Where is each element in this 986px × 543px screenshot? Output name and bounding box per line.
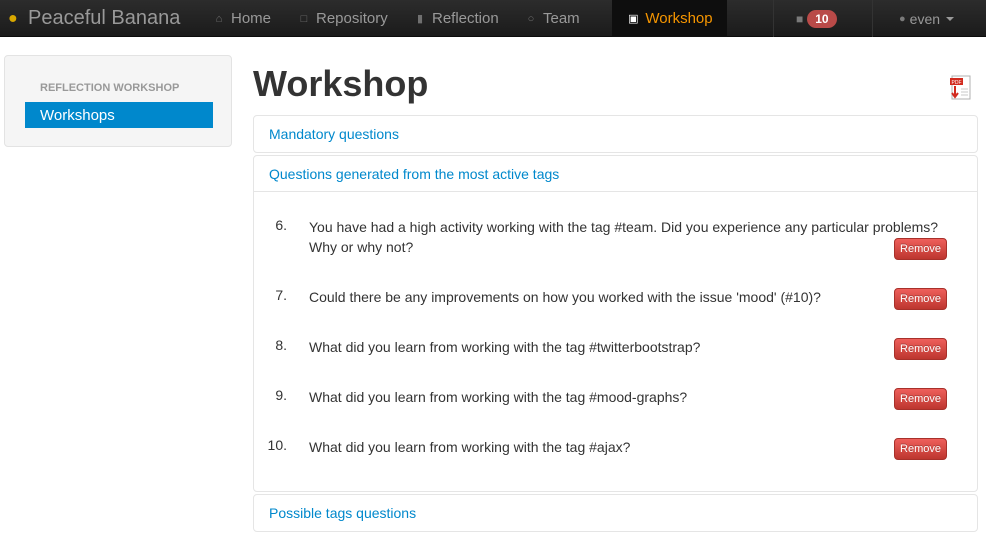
nav-item-label: Home — [231, 10, 272, 27]
svg-text:PDF: PDF — [952, 80, 962, 86]
remove-button[interactable]: Remove — [894, 288, 947, 310]
nav-item-workshop[interactable]: ▣ Workshop — [612, 0, 727, 37]
question-number: 9. — [275, 387, 287, 403]
nav-divider — [872, 0, 873, 37]
sidebar: REFLECTION WORKSHOP Workshops — [4, 55, 232, 147]
question-number: 10. — [267, 437, 287, 453]
panel-heading-mandatory[interactable]: Mandatory questions — [254, 116, 977, 152]
globe-icon: ○ — [527, 12, 535, 25]
chevron-down-icon — [946, 16, 955, 21]
question-text: Could there be any improvements on how y… — [309, 289, 821, 305]
sidebar-item-workshops[interactable]: Workshops — [25, 102, 213, 128]
sidebar-header: REFLECTION WORKSHOP — [40, 82, 180, 94]
pdf-export-icon[interactable]: PDF — [948, 74, 974, 102]
question-text: What did you learn from working with the… — [309, 389, 688, 405]
notifications-button[interactable]: ■ 10 — [796, 0, 837, 37]
user-menu-dropdown[interactable]: ● even — [899, 0, 955, 37]
nav-item-team[interactable]: ○ Team — [524, 0, 580, 37]
question-number: 8. — [275, 337, 287, 353]
remove-button[interactable]: Remove — [894, 238, 947, 260]
top-navbar: ● Peaceful Banana ⌂ Home □ Repository ▮ … — [0, 0, 986, 37]
user-icon: ● — [899, 12, 906, 25]
nav-item-label: Reflection — [432, 10, 499, 27]
banana-icon: ● — [5, 8, 21, 28]
panel-generated-questions: Questions generated from the most active… — [253, 155, 978, 492]
user-name: even — [909, 10, 941, 27]
brand-link[interactable]: ● Peaceful Banana — [4, 0, 180, 37]
bell-icon: ■ — [796, 11, 804, 26]
remove-button[interactable]: Remove — [894, 438, 947, 460]
question-number: 6. — [275, 217, 287, 233]
panel-possible-tags-questions: Possible tags questions — [253, 494, 978, 532]
remove-button[interactable]: Remove — [894, 388, 947, 410]
nav-item-label: Workshop — [645, 10, 713, 27]
briefcase-icon: ▣ — [628, 13, 639, 25]
nav-divider — [773, 0, 774, 37]
folder-icon: □ — [300, 12, 308, 25]
nav-item-home[interactable]: ⌂ Home — [212, 0, 271, 37]
panel-mandatory-questions: Mandatory questions — [253, 115, 978, 153]
page-title: Workshop — [253, 63, 429, 104]
nav-item-repository[interactable]: □ Repository — [297, 0, 388, 37]
panel-heading-possible-tags[interactable]: Possible tags questions — [254, 495, 977, 531]
panel-heading-generated[interactable]: Questions generated from the most active… — [254, 156, 977, 192]
home-icon: ⌂ — [215, 12, 223, 25]
question-text: What did you learn from working with the… — [309, 439, 631, 455]
nav-item-label: Team — [543, 10, 580, 27]
nav-item-label: Repository — [316, 10, 388, 27]
nav-item-reflection[interactable]: ▮ Reflection — [413, 0, 499, 37]
question-text: What did you learn from working with the… — [309, 339, 701, 355]
brand-name: Peaceful Banana — [28, 7, 181, 29]
question-number: 7. — [275, 287, 287, 303]
book-icon: ▮ — [416, 13, 424, 25]
remove-button[interactable]: Remove — [894, 338, 947, 360]
question-text: You have had a high activity working wit… — [309, 219, 939, 255]
notification-count-badge: 10 — [807, 9, 837, 28]
